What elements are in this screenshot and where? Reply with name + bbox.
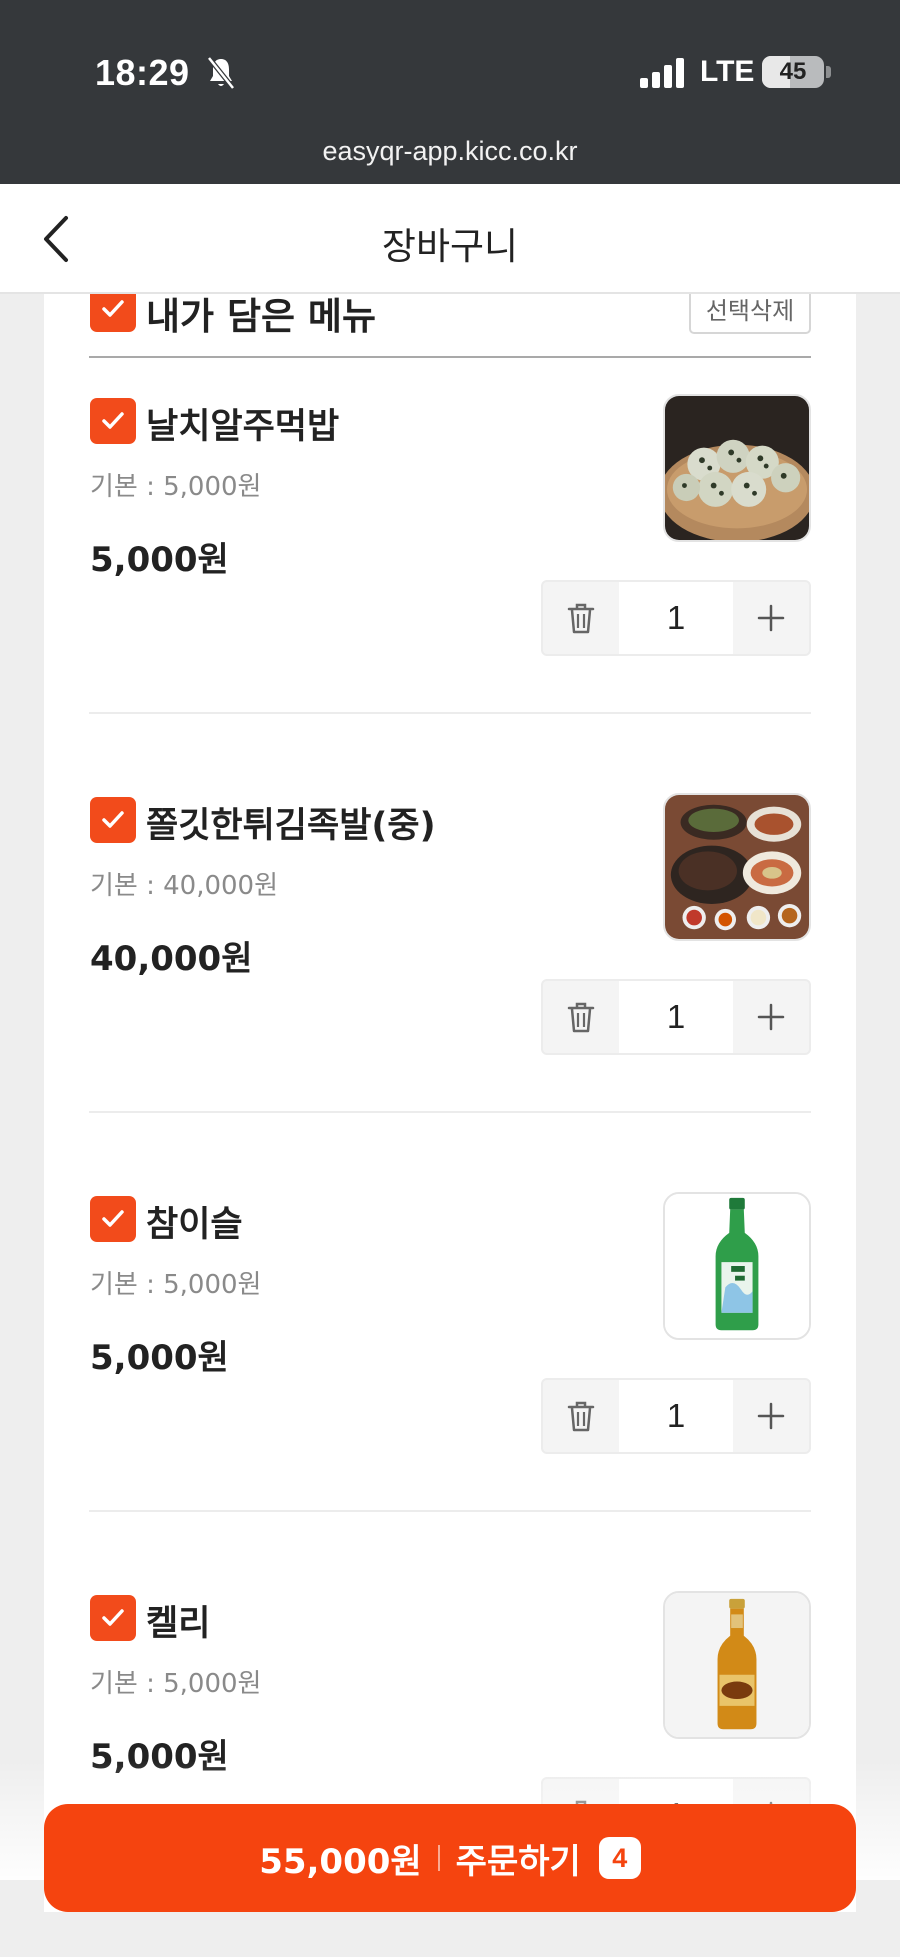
url-bar[interactable]: easyqr-app.kicc.co.kr bbox=[0, 136, 900, 167]
increase-button[interactable] bbox=[733, 582, 809, 654]
delete-selected-button[interactable]: 선택삭제 bbox=[689, 294, 811, 334]
status-time: 18:29 bbox=[95, 52, 190, 93]
plus-icon bbox=[757, 1003, 785, 1031]
plus-icon bbox=[757, 1402, 785, 1430]
signal-icon bbox=[640, 58, 684, 88]
item-base-price: 기본 : 40,000원 bbox=[90, 871, 279, 901]
order-label: 주문하기 bbox=[455, 1841, 581, 1882]
network-type: LTE bbox=[700, 55, 755, 88]
delete-item-button[interactable] bbox=[543, 981, 619, 1053]
item-base-price: 기본 : 5,000원 bbox=[90, 472, 262, 502]
checkmark-icon bbox=[102, 1210, 124, 1227]
checkmark-icon bbox=[102, 300, 124, 317]
item-name: 쫄깃한튀김족발(중) bbox=[146, 806, 436, 846]
page-header: 장바구니 bbox=[0, 184, 900, 294]
item-base-price: 기본 : 5,000원 bbox=[90, 1270, 262, 1300]
divider bbox=[89, 712, 811, 714]
delete-item-button[interactable] bbox=[543, 1380, 619, 1452]
item-name: 날치알주먹밥 bbox=[146, 407, 340, 447]
checkmark-icon bbox=[102, 1609, 124, 1626]
increase-button[interactable] bbox=[733, 1380, 809, 1452]
cart-item: 참이슬 기본 : 5,000원 5,000원 1 bbox=[44, 1156, 856, 1554]
item-image bbox=[663, 793, 811, 941]
increase-button[interactable] bbox=[733, 981, 809, 1053]
item-checkbox[interactable] bbox=[90, 1196, 136, 1242]
section-title: 내가 담은 메뉴 bbox=[146, 295, 377, 338]
bell-slash-icon bbox=[207, 56, 235, 90]
battery-nub bbox=[826, 66, 831, 78]
divider bbox=[89, 1510, 811, 1512]
item-base-price: 기본 : 5,000원 bbox=[90, 1669, 262, 1699]
divider bbox=[89, 1111, 811, 1113]
item-image bbox=[663, 394, 811, 542]
quantity-stepper: 1 bbox=[541, 1378, 811, 1454]
item-checkbox[interactable] bbox=[90, 1595, 136, 1641]
quantity-stepper: 1 bbox=[541, 979, 811, 1055]
quantity-stepper: 1 bbox=[541, 580, 811, 656]
item-price: 40,000원 bbox=[90, 939, 253, 979]
quantity-value: 1 bbox=[619, 1380, 733, 1452]
order-count-badge: 4 bbox=[598, 1837, 641, 1879]
cart-card: 내가 담은 메뉴 선택삭제 날치알주먹밥 기본 : 5,000원 5,000원 bbox=[44, 294, 856, 1957]
page-title: 장바구니 bbox=[381, 225, 519, 268]
cart-item: 날치알주먹밥 기본 : 5,000원 5,000원 1 bbox=[44, 358, 856, 756]
status-bar: 18:29 LTE 45 easyqr-app.kicc.co.kr bbox=[0, 0, 900, 184]
trash-icon bbox=[567, 1002, 595, 1033]
home-indicator-area bbox=[0, 1912, 900, 1957]
order-total: 55,000원 bbox=[259, 1841, 422, 1882]
item-image bbox=[663, 1591, 811, 1739]
battery-icon: 45 bbox=[762, 56, 824, 88]
quantity-value: 1 bbox=[619, 582, 733, 654]
item-image bbox=[663, 1192, 811, 1340]
delete-item-button[interactable] bbox=[543, 582, 619, 654]
order-separator bbox=[437, 1845, 440, 1871]
item-checkbox[interactable] bbox=[90, 398, 136, 444]
plus-icon bbox=[757, 604, 785, 632]
item-checkbox[interactable] bbox=[90, 797, 136, 843]
trash-icon bbox=[567, 1401, 595, 1432]
item-name: 켈리 bbox=[146, 1604, 211, 1644]
checkmark-icon bbox=[102, 811, 124, 828]
order-button[interactable]: 55,000원 주문하기 4 bbox=[44, 1804, 856, 1912]
select-all-checkbox[interactable] bbox=[90, 294, 136, 332]
cart-section-header: 내가 담은 메뉴 선택삭제 bbox=[44, 294, 856, 358]
item-price: 5,000원 bbox=[90, 540, 229, 580]
battery-level: 45 bbox=[779, 58, 807, 85]
cart-item: 쫄깃한튀김족발(중) 기본 : 40,000원 40,000원 1 bbox=[44, 757, 856, 1155]
checkmark-icon bbox=[102, 412, 124, 429]
item-price: 5,000원 bbox=[90, 1338, 229, 1378]
trash-icon bbox=[567, 603, 595, 634]
item-name: 참이슬 bbox=[146, 1205, 243, 1245]
quantity-value: 1 bbox=[619, 981, 733, 1053]
